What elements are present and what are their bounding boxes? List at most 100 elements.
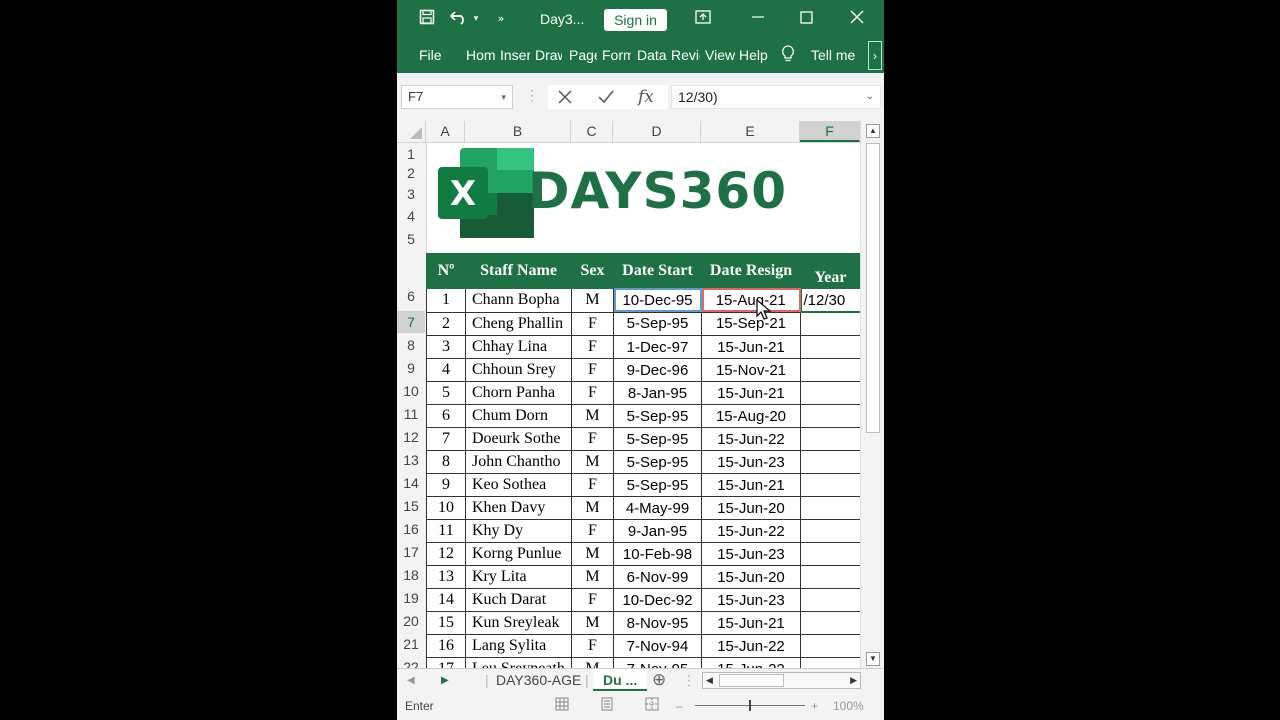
tab-data[interactable]: Data <box>637 47 667 63</box>
cell-sex[interactable]: M <box>571 496 614 520</box>
horizontal-scrollbar[interactable]: ◀ ▶ <box>702 672 861 689</box>
cell-staff-name[interactable]: Korng Punlue <box>465 542 572 566</box>
row-header[interactable]: 6 <box>397 283 425 309</box>
cell-date-resign[interactable]: 15-Aug-21 <box>701 287 801 313</box>
prev-sheet-icon[interactable]: ◀ <box>407 675 415 686</box>
cell-date-resign[interactable]: 15-Aug-20 <box>701 404 801 428</box>
row-header-active[interactable]: 7 <box>397 311 425 333</box>
cell-number[interactable]: 16 <box>426 634 466 658</box>
close-icon[interactable] <box>847 9 867 29</box>
cell-date-start[interactable]: 10-Feb-98 <box>613 542 702 566</box>
tab-help[interactable]: Help <box>739 47 771 63</box>
undo-icon[interactable] <box>449 9 469 29</box>
cell-year[interactable] <box>800 496 861 520</box>
cell-date-resign[interactable]: 15-Jun-22 <box>701 427 801 451</box>
save-icon[interactable] <box>417 9 437 29</box>
cell-staff-name[interactable]: Leu Sreyneath <box>465 657 572 668</box>
row-header[interactable]: 21 <box>397 633 425 655</box>
cell-date-start[interactable]: 9-Dec-96 <box>613 358 702 382</box>
enter-check-icon[interactable] <box>598 87 614 109</box>
cell-number[interactable]: 8 <box>426 450 466 474</box>
cell-date-resign[interactable]: 15-Jun-21 <box>701 473 801 497</box>
sign-in-button[interactable]: Sign in <box>604 9 667 31</box>
cell-year[interactable] <box>800 381 861 405</box>
row-header[interactable]: 18 <box>397 564 425 586</box>
cell-staff-name[interactable]: Chann Bopha <box>465 287 572 313</box>
tab-file[interactable]: File <box>419 47 445 63</box>
cell-date-start[interactable]: 9-Jan-95 <box>613 519 702 543</box>
cell-year[interactable] <box>800 427 861 451</box>
scrollbar-thumb[interactable] <box>866 143 880 433</box>
chevron-right-icon[interactable]: › <box>868 41 882 70</box>
worksheet-grid[interactable]: A B C D E F 1 2 3 4 5 6 7 8 9 10 11 12 1… <box>397 121 884 668</box>
cell-year[interactable] <box>800 450 861 474</box>
cell-sex[interactable]: F <box>571 588 614 612</box>
cell-number[interactable]: 13 <box>426 565 466 589</box>
tab-insert[interactable]: Inser <box>500 47 530 63</box>
row-header[interactable]: 3 <box>397 183 425 205</box>
cell-date-start[interactable]: 8-Jan-95 <box>613 381 702 405</box>
header-staff-name[interactable]: Staff Name <box>465 253 572 289</box>
page-layout-icon[interactable] <box>600 697 614 714</box>
cell-date-start[interactable]: 5-Sep-95 <box>613 450 702 474</box>
scroll-left-icon[interactable]: ◀ <box>706 675 713 686</box>
add-sheet-icon[interactable]: ⊕ <box>652 670 666 690</box>
cell-sex[interactable]: F <box>571 358 614 382</box>
cell-sex[interactable]: M <box>571 657 614 668</box>
ribbon-display-icon[interactable] <box>693 9 713 29</box>
row-header[interactable]: 15 <box>397 495 425 517</box>
tab-formulas[interactable]: Form <box>602 47 631 63</box>
cell-sex[interactable]: M <box>571 611 614 635</box>
tab-draw[interactable]: Draw <box>535 47 562 63</box>
tell-me-search[interactable]: Tell me <box>811 47 861 63</box>
row-header[interactable]: 13 <box>397 449 425 471</box>
cell-staff-name[interactable]: Kun Sreyleak <box>465 611 572 635</box>
cell-sex[interactable]: F <box>571 519 614 543</box>
cell-number[interactable]: 5 <box>426 381 466 405</box>
cell-staff-name[interactable]: Cheng Phallin <box>465 311 572 336</box>
row-header[interactable]: 12 <box>397 426 425 448</box>
cell-date-resign[interactable]: 15-Jun-23 <box>701 588 801 612</box>
row-header[interactable]: 5 <box>397 228 425 250</box>
row-header[interactable]: 9 <box>397 357 425 379</box>
cell-sex[interactable]: M <box>571 287 614 313</box>
sheet-tab-active[interactable]: Du ... <box>593 669 647 691</box>
cell-year[interactable] <box>800 519 861 543</box>
cell-staff-name[interactable]: John Chantho <box>465 450 572 474</box>
cell-date-resign[interactable]: 15-Jun-21 <box>701 611 801 635</box>
column-header-b[interactable]: B <box>465 121 571 142</box>
cell-number[interactable]: 12 <box>426 542 466 566</box>
cell-sex[interactable]: M <box>571 404 614 428</box>
tab-view[interactable]: View <box>705 47 735 63</box>
undo-dropdown-icon[interactable]: ▾ <box>471 9 481 29</box>
cell-sex[interactable]: F <box>571 381 614 405</box>
cell-date-resign[interactable]: 15-Jun-21 <box>701 381 801 405</box>
scroll-up-icon[interactable]: ▲ <box>866 124 880 138</box>
cell-year[interactable] <box>800 657 861 668</box>
cell-year[interactable] <box>800 335 861 359</box>
name-box[interactable]: F7 ▾ <box>401 85 513 109</box>
cell-staff-name[interactable]: Chum Dorn <box>465 404 572 428</box>
cell-year[interactable] <box>800 404 861 428</box>
cell-staff-name[interactable]: Chhoun Srey <box>465 358 572 382</box>
vertical-scrollbar[interactable]: ▲ ▼ <box>860 121 884 668</box>
cell-number[interactable]: 2 <box>426 311 466 336</box>
more-commands-icon[interactable]: » <box>494 9 508 29</box>
cell-number[interactable]: 6 <box>426 404 466 428</box>
cell-number[interactable]: 11 <box>426 519 466 543</box>
row-header[interactable]: 22 <box>397 656 425 668</box>
row-header[interactable]: 20 <box>397 610 425 632</box>
normal-view-icon[interactable] <box>555 697 569 714</box>
cell-year[interactable] <box>800 473 861 497</box>
formula-input[interactable]: 12/30) ⌄ <box>671 85 881 109</box>
row-header[interactable]: 16 <box>397 518 425 540</box>
page-break-preview-icon[interactable] <box>645 697 659 714</box>
cell-number[interactable]: 1 <box>426 287 466 313</box>
zoom-level[interactable]: 100% <box>833 699 864 713</box>
minimize-icon[interactable] <box>748 9 768 29</box>
cell-year[interactable] <box>800 542 861 566</box>
cell-date-resign[interactable]: 15-Jun-22 <box>701 634 801 658</box>
cell-year[interactable] <box>800 611 861 635</box>
cell-staff-name[interactable]: Khen Davy <box>465 496 572 520</box>
cell-year[interactable] <box>800 565 861 589</box>
